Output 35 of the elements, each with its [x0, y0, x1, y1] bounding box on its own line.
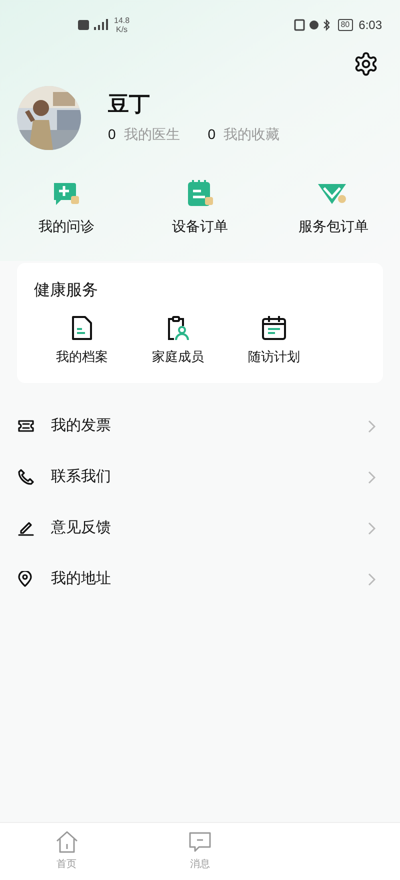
settings-icon: [353, 51, 379, 77]
clipboard-person-icon: [165, 315, 191, 341]
menu-item[interactable]: 我的地址: [0, 554, 400, 604]
shortcut-button[interactable]: 服务包订单: [266, 178, 400, 237]
chat-plus-icon: [52, 180, 82, 208]
location-pin-icon: [18, 571, 32, 587]
clock: 6:03: [358, 17, 382, 34]
chevron-right-icon: [368, 522, 376, 534]
home-icon: [54, 831, 79, 853]
ticket-icon: [18, 420, 34, 432]
network-speed-unit: K/s: [116, 25, 128, 34]
document-icon: [70, 315, 94, 341]
chevron-right-icon: [368, 572, 376, 586]
shortcut-button[interactable]: 设备订单: [133, 178, 267, 237]
section-title: 健康服务: [34, 281, 99, 301]
chevron-right-icon: [368, 420, 376, 432]
battery-indicator: 80: [338, 19, 353, 31]
calendar-icon: [261, 315, 287, 341]
service-button[interactable]: 我的档案: [34, 315, 130, 366]
menu-item[interactable]: 意见反馈: [0, 502, 400, 554]
menu-item[interactable]: 我的发票: [0, 400, 400, 452]
phone-icon: [18, 469, 34, 485]
shortcut-button[interactable]: 我的问诊: [0, 178, 134, 237]
message-icon: [188, 831, 212, 853]
stat-count: 0: [108, 124, 116, 144]
user-name: 豆丁: [108, 92, 151, 118]
stat-count: 0: [208, 124, 216, 144]
status-icons: [294, 19, 332, 31]
chevron-right-icon: [368, 470, 376, 484]
service-button[interactable]: 随访计划: [226, 315, 322, 366]
pencil-icon: [18, 520, 34, 536]
network-speed: 14.8: [114, 16, 130, 25]
menu-item[interactable]: 联系我们: [0, 452, 400, 502]
signal-icon: [78, 19, 110, 31]
service-button[interactable]: 家庭成员: [130, 315, 226, 366]
